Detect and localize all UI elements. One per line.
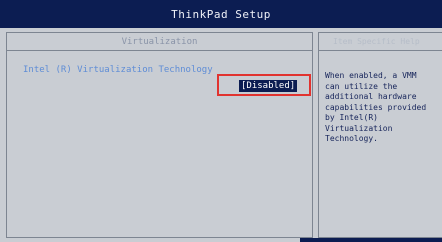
main-panel-title: Virtualization xyxy=(121,36,198,47)
main-panel: Virtualization Intel (R) Virtualization … xyxy=(6,32,313,238)
help-panel-header: Item Specific Help xyxy=(319,33,442,51)
footer-strip xyxy=(300,238,442,242)
highlight-box: [Disabled] xyxy=(217,74,311,96)
help-text: When enabled, a VMM can utilize the addi… xyxy=(325,71,427,143)
setting-value-selector[interactable]: [Disabled] xyxy=(239,80,298,92)
setting-row-virtualization[interactable]: Intel (R) Virtualization Technology [Dis… xyxy=(23,65,313,105)
help-panel: Item Specific Help When enabled, a VMM c… xyxy=(318,32,442,238)
main-panel-header: Virtualization xyxy=(7,33,312,51)
bios-screen: ThinkPad Setup Virtualization Intel (R) … xyxy=(0,0,442,242)
page-title: ThinkPad Setup xyxy=(171,7,271,21)
setting-label: Intel (R) Virtualization Technology xyxy=(23,65,213,75)
help-panel-title: Item Specific Help xyxy=(333,37,420,46)
title-bar: ThinkPad Setup xyxy=(0,0,442,28)
